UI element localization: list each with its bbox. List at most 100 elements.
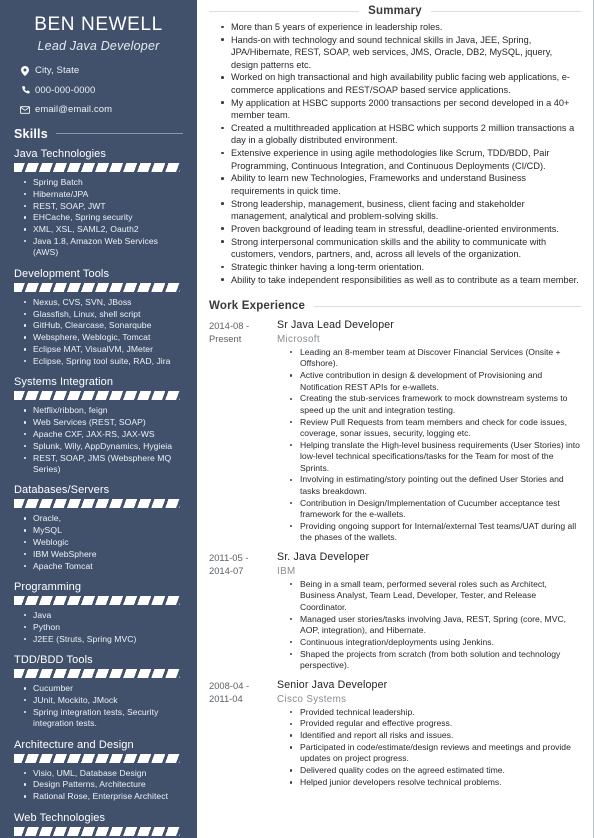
skill-item-list: Cucumber JUnit, Mockito, JMock Spring inte… — [14, 683, 183, 729]
summary-heading: Summary — [368, 5, 422, 17]
job-entry: 2008-04 - 2011-04 Senior Java Developer Ci… — [209, 679, 581, 789]
candidate-title: Lead Java Developer — [37, 38, 160, 53]
job-bullet: Involving in estimating/story pointing o… — [289, 474, 581, 497]
job-company: Microsoft — [277, 333, 320, 345]
summary-bullet: Proven background of leading team in str… — [220, 223, 581, 235]
job-bullet: Being in a small team, performed several… — [289, 579, 581, 613]
candidate-name: BEN NEWELL — [34, 14, 163, 35]
skill-item: Splunk, Wily, AppDynamics, Hygieia — [24, 441, 183, 452]
skill-item: XML, XSL, SAML2, Oauth2 — [24, 224, 183, 235]
summary-rule-left — [209, 10, 360, 12]
job-bullet: Leading an 8-member team at Discover Fin… — [289, 347, 581, 370]
skill-item: Design Patterns, Architecture — [24, 779, 183, 790]
skill-item: Glassfish, Linux, shell script — [24, 309, 183, 320]
summary-bullet: Created a multithreaded application at H… — [220, 122, 581, 147]
job-bullet: Provided technical leadership. — [289, 707, 581, 718]
skill-group: Systems Integration Netflix/ribbon, feign… — [14, 376, 183, 475]
job-entry: 2014-08 - Present Sr Java Lead Developer M… — [209, 319, 581, 544]
contact-location-text: City, State — [35, 65, 80, 77]
job-dates: 2008-04 - 2011-04 — [209, 679, 250, 704]
summary-bullet: Ability to take independent responsibili… — [220, 274, 581, 286]
job-bullet-list: Leading an 8-member team at Discover Fin… — [277, 347, 581, 544]
skill-item: EHCache, Spring security — [24, 212, 183, 223]
job-list: 2014-08 - Present Sr Java Lead Developer M… — [209, 319, 581, 789]
skill-level-bar — [14, 753, 180, 763]
work-section-header: Work Experience — [209, 300, 581, 312]
summary-section-header: Summary — [209, 5, 582, 17]
job-body: Senior Java Developer Cisco Systems Provid… — [272, 679, 581, 789]
main-column: Summary More than 5 years of experience … — [197, 0, 593, 838]
summary-bullet: Ability to learn new Technologies, Frame… — [220, 172, 581, 197]
job-body: Sr. Java Developer IBM Being in a small te… — [272, 551, 581, 672]
skill-group: Databases/Servers Oracle, MySQL Weblogic IBM… — [14, 484, 183, 572]
skill-group-name: Architecture and Design — [14, 738, 134, 751]
skills-section-header: Skills — [14, 127, 183, 141]
sidebar: BEN NEWELL Lead Java Developer City, Sta… — [0, 0, 197, 838]
skill-item: Oracle, — [24, 513, 183, 524]
job-bullet: Identified and report all risks and issu… — [289, 730, 581, 741]
skill-item-list: Netflix/ribbon, feign Web Services (REST,… — [14, 405, 183, 475]
skill-level-bar — [14, 826, 180, 836]
job-bullet: Review Pull Requests from team members a… — [289, 417, 581, 440]
contact-phone-text: 000-000-0000 — [35, 84, 96, 96]
skill-group-name: TDD/BDD Tools — [14, 654, 93, 667]
skill-item-list: Visio, UML, Database Design Design Patter… — [14, 768, 183, 803]
skill-item-list: Spring Batch Hibernate/JPA REST, SOAP, JWT… — [14, 177, 183, 259]
job-bullet: Managed user stories/tasks involving Jav… — [289, 614, 581, 637]
summary-bullet: My application at HSBC supports 2000 tra… — [220, 97, 581, 122]
job-company: Cisco Systems — [277, 693, 347, 705]
job-bullet-list: Provided technical leadership. Provided r… — [277, 707, 581, 789]
job-entry: 2011-05 - 2014-07 Sr. Java Developer IBM Be… — [209, 551, 581, 672]
skill-group: Architecture and Design Visio, UML, Datab… — [14, 739, 183, 803]
envelope-icon — [18, 106, 32, 114]
skill-group-name: Systems Integration — [14, 376, 114, 389]
summary-bullet: Strategic thinker having a long-term ori… — [220, 261, 581, 273]
job-bullet: Contribution in Design/Implementation of… — [289, 498, 581, 521]
skill-level-bar — [14, 282, 180, 292]
skill-item: Web Services (REST, SOAP) — [24, 417, 183, 428]
skill-level-bar — [14, 162, 180, 172]
work-heading: Work Experience — [209, 300, 306, 313]
skill-group: Web TechnologiesHTML5, Javascript, CSS, … — [14, 812, 183, 838]
job-role: Sr. Java Developer — [277, 551, 370, 564]
skill-item: GitHub, Clearcase, Sonarqube — [24, 320, 183, 331]
contact-list: City, State 000-000-0000 email@email.com — [14, 65, 183, 116]
skill-item: MySQL — [24, 525, 183, 536]
skill-group: Programming Java Python J2EE (Struts, Sprin… — [14, 581, 183, 645]
job-bullet: Helped junior developers resolve technic… — [289, 777, 581, 788]
skill-item: Eclipse MAT, VisualVM, JMeter — [24, 344, 183, 355]
skill-item-list: Java Python J2EE (Struts, Spring MVC) — [14, 610, 183, 645]
skill-item: Websphere, Weblogic, Tomcat — [24, 332, 183, 343]
skill-item: Spring Batch — [24, 177, 183, 188]
skill-item: Netflix/ribbon, feign — [24, 405, 183, 416]
skill-item: Rational Rose, Enterprise Architect — [24, 791, 183, 802]
skill-level-bar — [14, 499, 180, 509]
skill-item: Java 1.8, Amazon Web Services (AWS) — [24, 236, 183, 259]
skill-item: Java — [24, 610, 183, 621]
job-role: Senior Java Developer — [277, 678, 388, 691]
job-bullet: Providing ongoing support for Internal/e… — [289, 521, 581, 544]
summary-rule-right — [430, 10, 582, 12]
phone-icon — [18, 86, 32, 95]
skill-level-bar — [14, 391, 180, 401]
job-bullet: Helping translate the High-level busines… — [289, 440, 581, 474]
skill-item: Apache CXF, JAX-RS, JAX-WS — [24, 429, 183, 440]
skill-group-name: Databases/Servers — [14, 484, 110, 497]
job-dates: 2011-05 - 2014-07 — [209, 552, 249, 576]
skill-group-name: Development Tools — [14, 267, 110, 280]
skill-group: Development Tools Nexus, CVS, SVN, JBoss G… — [14, 268, 183, 368]
job-bullet: Active contribution in design & developm… — [289, 370, 581, 393]
skill-item: Cucumber — [24, 683, 183, 694]
skill-group-name: Java Technologies — [14, 147, 107, 160]
skill-group-name: Programming — [14, 581, 82, 594]
skill-item: REST, SOAP, JWT — [24, 201, 183, 212]
skill-group: Java Technologies Spring Batch Hibernate/J… — [14, 148, 183, 259]
work-rule-right — [314, 305, 581, 307]
resume-page: BEN NEWELL Lead Java Developer City, Sta… — [0, 0, 594, 838]
job-dates: 2014-08 - Present — [209, 320, 250, 344]
skill-group: TDD/BDD Tools Cucumber JUnit, Mockito, JMo… — [14, 654, 183, 729]
contact-email-text: email@email.com — [35, 104, 113, 116]
skill-item-list: Oracle, MySQL Weblogic IBM WebSphere Apache … — [14, 513, 183, 572]
location-pin-icon — [18, 65, 32, 76]
skill-item: J2EE (Struts, Spring MVC) — [24, 634, 183, 645]
